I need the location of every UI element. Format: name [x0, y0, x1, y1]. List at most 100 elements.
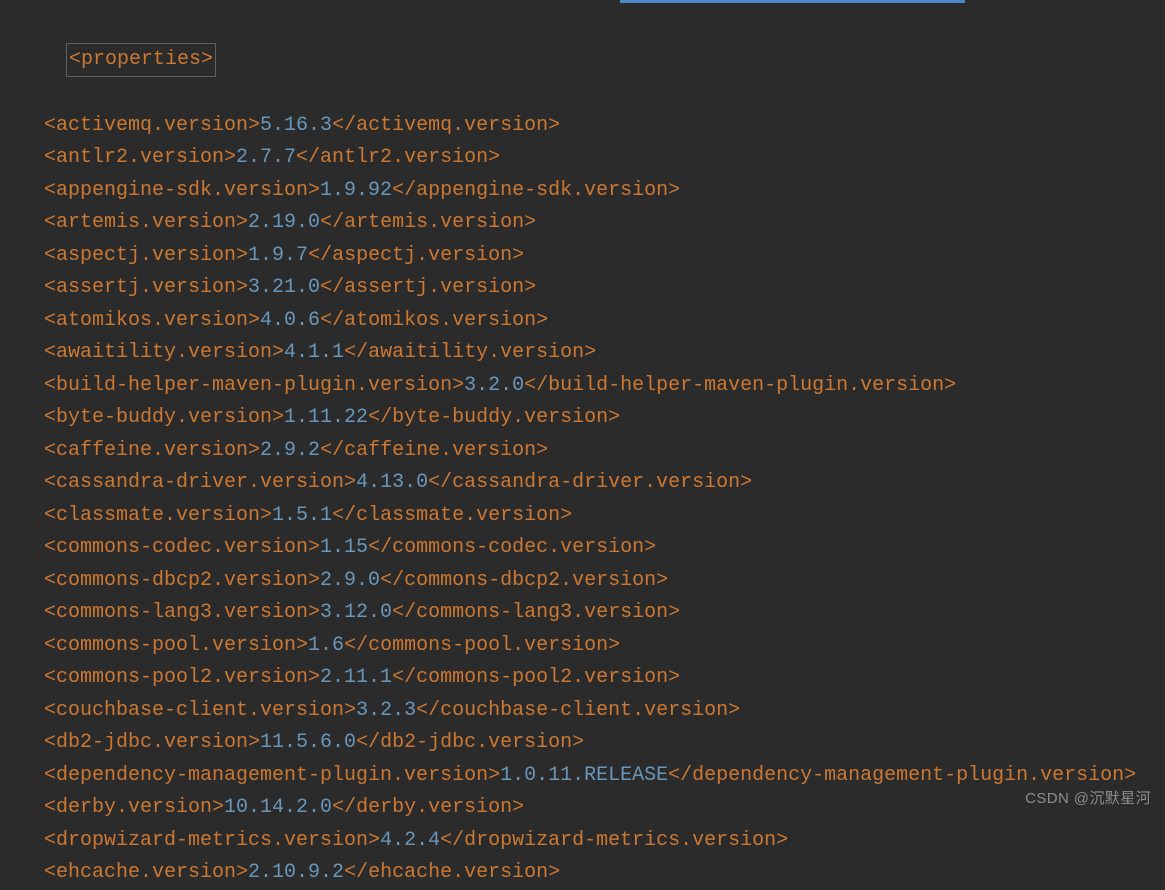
close-tag: </db2-jdbc.version>	[356, 731, 584, 754]
close-tag: </build-helper-maven-plugin.version>	[524, 374, 956, 397]
property-value: 5.16.3	[260, 114, 332, 137]
property-value: 1.5.1	[272, 504, 332, 527]
property-value: 4.13.0	[356, 471, 428, 494]
open-tag: <commons-pool.version>	[44, 634, 308, 657]
parent-tag-line: <properties>	[20, 10, 1165, 110]
close-tag: </antlr2.version>	[296, 146, 500, 169]
property-line: <byte-buddy.version>1.11.22</byte-buddy.…	[20, 402, 1165, 435]
property-value: 3.12.0	[320, 601, 392, 624]
property-line: <dependency-management-plugin.version>1.…	[20, 760, 1165, 793]
close-tag: </appengine-sdk.version>	[392, 179, 680, 202]
close-tag: </activemq.version>	[332, 114, 560, 137]
open-tag: <commons-pool2.version>	[44, 666, 320, 689]
property-line: <activemq.version>5.16.3</activemq.versi…	[20, 110, 1165, 143]
property-line: <build-helper-maven-plugin.version>3.2.0…	[20, 370, 1165, 403]
property-value: 4.0.6	[260, 309, 320, 332]
close-tag: </awaitility.version>	[344, 341, 596, 364]
open-tag: <dropwizard-metrics.version>	[44, 829, 380, 852]
property-value: 2.11.1	[320, 666, 392, 689]
property-value: 2.10.9.2	[248, 861, 344, 884]
property-value: 3.21.0	[248, 276, 320, 299]
open-tag: <build-helper-maven-plugin.version>	[44, 374, 464, 397]
open-tag: <atomikos.version>	[44, 309, 260, 332]
property-line: <commons-codec.version>1.15</commons-cod…	[20, 532, 1165, 565]
property-line: <atomikos.version>4.0.6</atomikos.versio…	[20, 305, 1165, 338]
open-tag: <couchbase-client.version>	[44, 699, 356, 722]
property-line: <ehcache.version>2.10.9.2</ehcache.versi…	[20, 857, 1165, 890]
property-line: <classmate.version>1.5.1</classmate.vers…	[20, 500, 1165, 533]
open-tag: <aspectj.version>	[44, 244, 248, 267]
property-line: <couchbase-client.version>3.2.3</couchba…	[20, 695, 1165, 728]
close-tag: </byte-buddy.version>	[368, 406, 620, 429]
property-value: 2.9.2	[260, 439, 320, 462]
property-line: <artemis.version>2.19.0</artemis.version…	[20, 207, 1165, 240]
editor-top-bar	[0, 0, 1165, 6]
code-editor[interactable]: <properties> <activemq.version>5.16.3</a…	[0, 6, 1165, 890]
property-value: 1.15	[320, 536, 368, 559]
property-line: <assertj.version>3.21.0</assertj.version…	[20, 272, 1165, 305]
open-tag: <ehcache.version>	[44, 861, 248, 884]
property-line: <commons-lang3.version>3.12.0</commons-l…	[20, 597, 1165, 630]
property-value: 1.9.92	[320, 179, 392, 202]
property-value: 1.0.11.RELEASE	[500, 764, 668, 787]
close-tag: </commons-pool.version>	[344, 634, 620, 657]
close-tag: </commons-codec.version>	[368, 536, 656, 559]
open-tag: <activemq.version>	[44, 114, 260, 137]
property-line: <derby.version>10.14.2.0</derby.version>	[20, 792, 1165, 825]
property-line: <awaitility.version>4.1.1</awaitility.ve…	[20, 337, 1165, 370]
property-value: 2.9.0	[320, 569, 380, 592]
open-tag: <dependency-management-plugin.version>	[44, 764, 500, 787]
close-tag: </commons-lang3.version>	[392, 601, 680, 624]
active-tab-indicator	[620, 0, 965, 3]
open-tag: <commons-lang3.version>	[44, 601, 320, 624]
property-value: 10.14.2.0	[224, 796, 332, 819]
property-line: <caffeine.version>2.9.2</caffeine.versio…	[20, 435, 1165, 468]
open-tag: <byte-buddy.version>	[44, 406, 284, 429]
open-tag: <artemis.version>	[44, 211, 248, 234]
property-value: 2.19.0	[248, 211, 320, 234]
close-tag: </couchbase-client.version>	[416, 699, 740, 722]
open-tag: <classmate.version>	[44, 504, 272, 527]
close-tag: </classmate.version>	[332, 504, 572, 527]
property-value: 1.9.7	[248, 244, 308, 267]
open-tag: <derby.version>	[44, 796, 224, 819]
close-tag: </dropwizard-metrics.version>	[440, 829, 788, 852]
close-tag: </commons-pool2.version>	[392, 666, 680, 689]
close-tag: </derby.version>	[332, 796, 524, 819]
open-tag: <cassandra-driver.version>	[44, 471, 356, 494]
property-line: <commons-pool2.version>2.11.1</commons-p…	[20, 662, 1165, 695]
property-value: 4.1.1	[284, 341, 344, 364]
property-line: <commons-pool.version>1.6</commons-pool.…	[20, 630, 1165, 663]
property-value: 3.2.0	[464, 374, 524, 397]
watermark-text: CSDN @沉默星河	[1025, 783, 1151, 816]
property-line: <commons-dbcp2.version>2.9.0</commons-db…	[20, 565, 1165, 598]
close-tag: </artemis.version>	[320, 211, 536, 234]
close-tag: </assertj.version>	[320, 276, 536, 299]
property-value: 4.2.4	[380, 829, 440, 852]
close-tag: </ehcache.version>	[344, 861, 560, 884]
open-tag: <assertj.version>	[44, 276, 248, 299]
open-tag: <awaitility.version>	[44, 341, 284, 364]
open-tag: <appengine-sdk.version>	[44, 179, 320, 202]
property-line: <cassandra-driver.version>4.13.0</cassan…	[20, 467, 1165, 500]
property-line: <appengine-sdk.version>1.9.92</appengine…	[20, 175, 1165, 208]
open-tag: <commons-dbcp2.version>	[44, 569, 320, 592]
property-value: 1.6	[308, 634, 344, 657]
close-tag: </commons-dbcp2.version>	[380, 569, 668, 592]
open-tag: <commons-codec.version>	[44, 536, 320, 559]
close-tag: </caffeine.version>	[320, 439, 548, 462]
open-tag: <caffeine.version>	[44, 439, 260, 462]
open-tag: <antlr2.version>	[44, 146, 236, 169]
open-tag: <db2-jdbc.version>	[44, 731, 260, 754]
property-value: 3.2.3	[356, 699, 416, 722]
close-tag: </aspectj.version>	[308, 244, 524, 267]
close-tag: </atomikos.version>	[320, 309, 548, 332]
property-line: <aspectj.version>1.9.7</aspectj.version>	[20, 240, 1165, 273]
properties-open-tag: <properties>	[66, 43, 216, 78]
property-line: <db2-jdbc.version>11.5.6.0</db2-jdbc.ver…	[20, 727, 1165, 760]
property-value: 2.7.7	[236, 146, 296, 169]
property-line: <antlr2.version>2.7.7</antlr2.version>	[20, 142, 1165, 175]
property-value: 1.11.22	[284, 406, 368, 429]
property-line: <dropwizard-metrics.version>4.2.4</dropw…	[20, 825, 1165, 858]
property-value: 11.5.6.0	[260, 731, 356, 754]
